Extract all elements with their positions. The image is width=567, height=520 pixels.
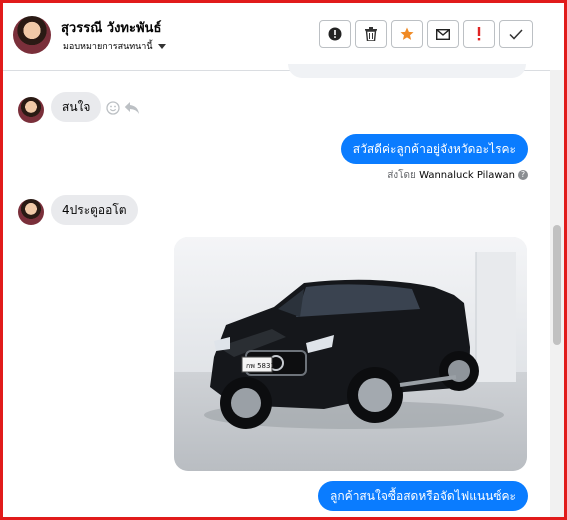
assign-conversation-dropdown[interactable]: มอบหมายการสนทนานี้	[63, 39, 166, 53]
message-actions	[106, 101, 140, 115]
outgoing-message[interactable]: ลูกค้าสนใจซื้อสดหรือจัดไฟแนนซ์คะ	[318, 481, 528, 511]
sent-by-prefix: ส่งโดย	[387, 170, 416, 181]
assign-label: มอบหมายการสนทนานี้	[63, 42, 153, 52]
license-plate: กพ 5831	[246, 362, 275, 370]
star-icon	[400, 27, 414, 40]
avatar	[18, 97, 44, 123]
pickup-truck-image: กพ 5831	[174, 237, 527, 471]
check-icon	[509, 28, 523, 40]
reply-icon[interactable]	[124, 101, 140, 115]
photo-attachment[interactable]: กพ 5831	[174, 237, 527, 471]
scrollbar[interactable]	[550, 70, 564, 517]
trash-icon	[365, 27, 377, 41]
info-icon	[328, 27, 342, 41]
outgoing-message[interactable]: สวัสดีค่ะลูกค้าอยู่จังหวัดอะไรคะ	[340, 134, 528, 164]
contact-name[interactable]: สุวรรณี วังทะพันธ์	[61, 17, 161, 38]
previous-message-bubble	[288, 64, 526, 78]
avatar[interactable]	[13, 16, 51, 54]
delete-button[interactable]	[355, 20, 387, 48]
mail-icon	[436, 28, 450, 40]
avatar	[18, 199, 44, 225]
mark-important-button[interactable]	[463, 20, 495, 48]
header-actions	[319, 20, 533, 48]
mark-done-button[interactable]	[499, 20, 533, 48]
sent-by-label: ส่งโดย Wannaluck Pilawan?	[387, 168, 528, 183]
mail-button[interactable]	[427, 20, 459, 48]
incoming-message[interactable]: 4ประตูออโต	[51, 195, 138, 225]
help-icon[interactable]: ?	[518, 170, 528, 180]
agent-name: Wannaluck Pilawan	[419, 170, 515, 181]
exclamation-icon	[477, 27, 481, 41]
emoji-react-icon[interactable]	[106, 101, 120, 115]
scrollbar-thumb[interactable]	[553, 225, 561, 345]
incoming-message[interactable]: สนใจ	[51, 92, 102, 122]
star-button[interactable]	[391, 20, 423, 48]
info-button[interactable]	[319, 20, 351, 48]
chevron-down-icon	[157, 44, 166, 49]
conversation-header: สุวรรณี วังทะพันธ์ มอบหมายการสนทนานี้	[3, 3, 564, 71]
